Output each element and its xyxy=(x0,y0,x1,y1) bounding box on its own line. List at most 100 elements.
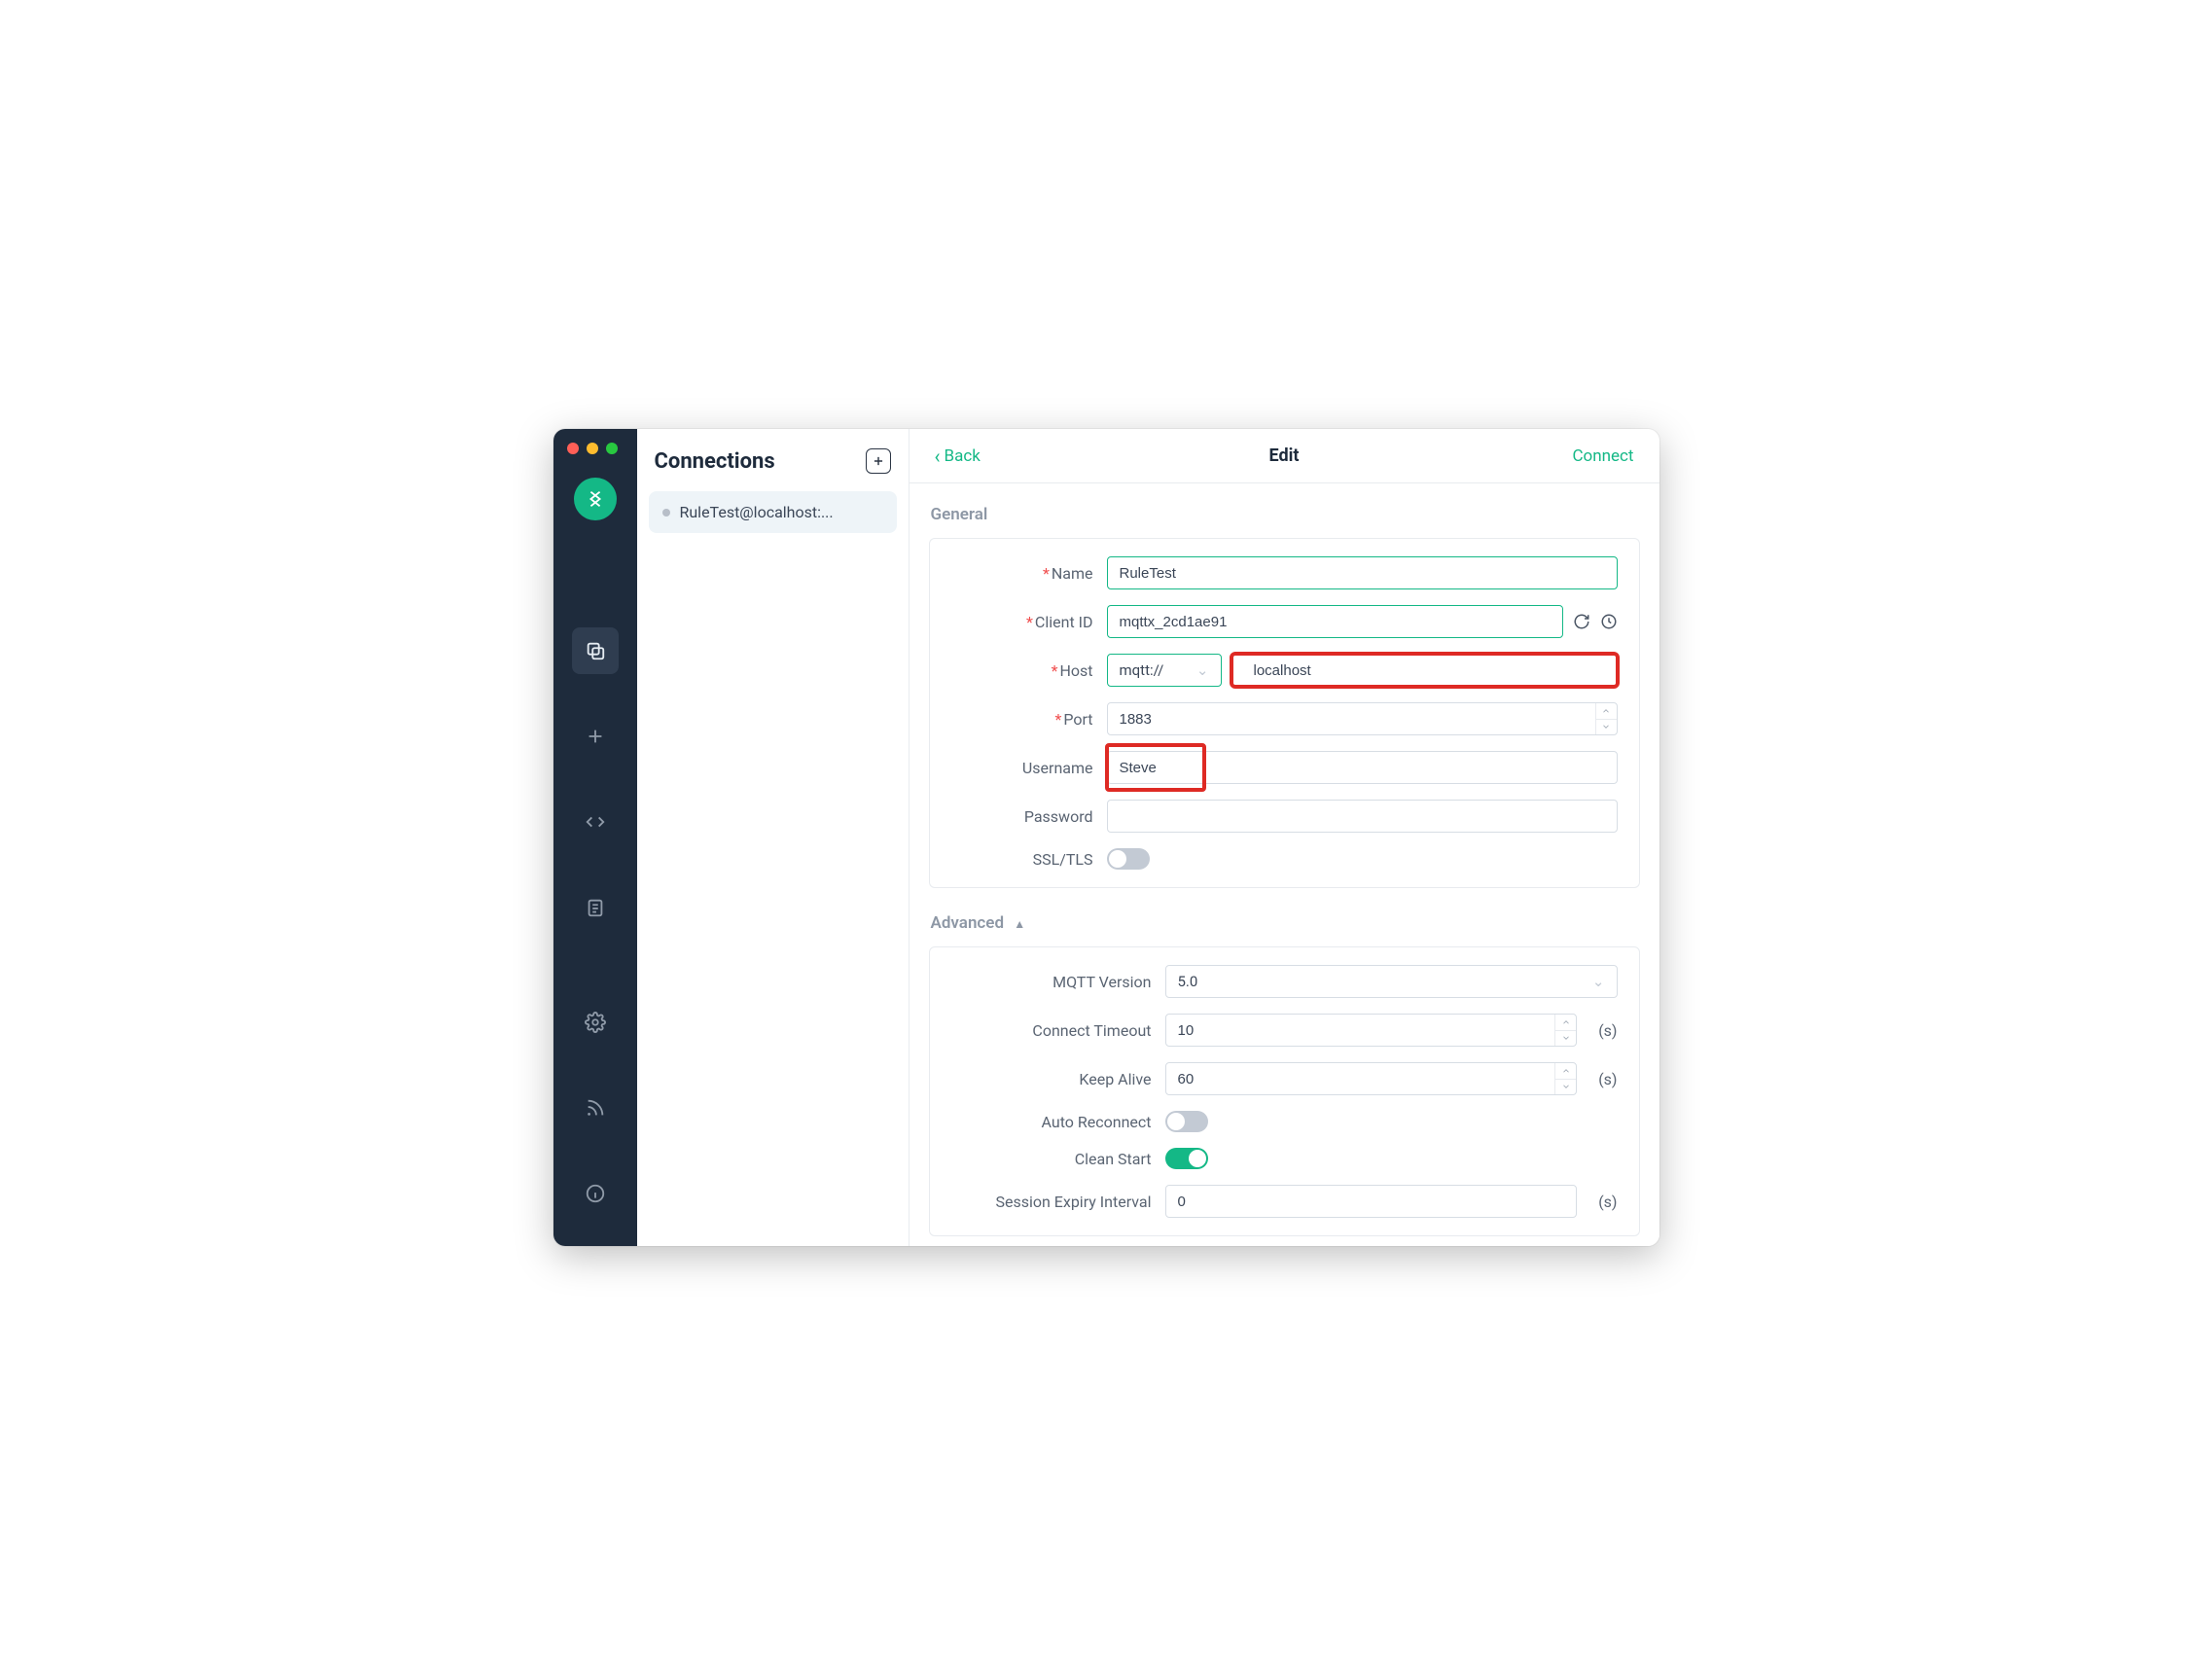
main-area: ‹ Back Edit Connect General *Name *Clien… xyxy=(910,429,1659,1246)
minimize-window-button[interactable] xyxy=(587,443,598,454)
session-expiry-label: Session Expiry Interval xyxy=(995,1193,1151,1211)
plus-icon xyxy=(585,726,606,747)
row-name: *Name xyxy=(951,556,1618,589)
nav-settings[interactable] xyxy=(572,999,619,1046)
close-window-button[interactable] xyxy=(567,443,579,454)
form-body: General *Name *Client ID xyxy=(910,483,1659,1246)
ssl-label: SSL/TLS xyxy=(1033,850,1093,869)
copy-icon xyxy=(585,640,606,661)
info-icon xyxy=(585,1183,606,1204)
clean-start-label: Clean Start xyxy=(1075,1150,1152,1168)
host-input[interactable] xyxy=(1231,654,1618,687)
client-id-label: Client ID xyxy=(1035,613,1093,631)
main-header: ‹ Back Edit Connect xyxy=(910,429,1659,483)
keep-alive-stepper[interactable] xyxy=(1554,1063,1576,1094)
nav-log[interactable] xyxy=(572,884,619,931)
connect-timeout-input[interactable] xyxy=(1165,1014,1578,1047)
host-scheme-select[interactable]: mqtt:// ⌄ xyxy=(1107,654,1222,687)
clean-start-toggle[interactable] xyxy=(1165,1148,1208,1169)
maximize-window-button[interactable] xyxy=(606,443,618,454)
name-label: Name xyxy=(1052,564,1093,583)
session-expiry-input[interactable] xyxy=(1165,1185,1578,1218)
gear-icon xyxy=(585,1012,606,1033)
ssl-toggle[interactable] xyxy=(1107,848,1150,870)
back-label: Back xyxy=(945,446,981,466)
nav-rail xyxy=(553,429,637,1246)
section-advanced-label: Advanced xyxy=(931,913,1005,933)
mqtt-version-label: MQTT Version xyxy=(1052,973,1151,991)
connection-label: RuleTest@localhost:... xyxy=(680,503,834,521)
keep-alive-unit: (s) xyxy=(1598,1070,1617,1088)
nav-feed[interactable] xyxy=(572,1085,619,1131)
refresh-client-id-button[interactable] xyxy=(1573,613,1590,630)
port-stepper[interactable] xyxy=(1595,703,1617,734)
row-session-expiry: Session Expiry Interval (s) xyxy=(951,1185,1618,1218)
client-id-input[interactable] xyxy=(1107,605,1563,638)
client-id-history-button[interactable] xyxy=(1600,613,1618,630)
host-label: Host xyxy=(1059,661,1092,680)
stepper-up-icon[interactable] xyxy=(1555,1063,1576,1080)
row-keep-alive: Keep Alive (s) xyxy=(951,1062,1618,1095)
document-icon xyxy=(585,897,606,918)
row-username: Username xyxy=(951,751,1618,784)
auto-reconnect-toggle[interactable] xyxy=(1165,1111,1208,1132)
nav-script[interactable] xyxy=(572,799,619,845)
stepper-down-icon[interactable] xyxy=(1555,1031,1576,1047)
password-input[interactable] xyxy=(1107,800,1618,833)
connection-item[interactable]: RuleTest@localhost:... xyxy=(649,491,897,533)
general-panel: *Name *Client ID xyxy=(929,538,1640,888)
clock-icon xyxy=(1600,613,1618,630)
sidebar-title: Connections xyxy=(655,449,775,474)
section-advanced-toggle[interactable]: Advanced ▲ xyxy=(931,913,1638,933)
mqtt-version-value: 5.0 xyxy=(1178,973,1198,990)
chevron-down-icon: ⌄ xyxy=(1196,661,1209,679)
row-port: *Port xyxy=(951,702,1618,735)
port-input[interactable] xyxy=(1107,702,1618,735)
username-label: Username xyxy=(1022,759,1093,777)
back-button[interactable]: ‹ Back xyxy=(935,446,981,466)
connect-timeout-stepper[interactable] xyxy=(1554,1015,1576,1046)
keep-alive-input[interactable] xyxy=(1165,1062,1578,1095)
row-mqtt-version: MQTT Version 5.0 ⌄ xyxy=(951,965,1618,998)
chevron-down-icon: ⌄ xyxy=(1592,973,1605,990)
stepper-down-icon[interactable] xyxy=(1555,1080,1576,1095)
app-window: Connections RuleTest@localhost:... ‹ Bac… xyxy=(553,429,1659,1246)
advanced-panel: MQTT Version 5.0 ⌄ Connect Timeout xyxy=(929,946,1640,1236)
status-dot-icon xyxy=(662,509,670,517)
rss-icon xyxy=(585,1097,606,1119)
keep-alive-label: Keep Alive xyxy=(1079,1070,1151,1088)
caret-up-icon: ▲ xyxy=(1014,917,1025,931)
stepper-up-icon[interactable] xyxy=(1596,703,1617,720)
nav-new[interactable] xyxy=(572,713,619,760)
window-controls xyxy=(567,443,618,454)
password-label: Password xyxy=(1024,807,1093,826)
stepper-down-icon[interactable] xyxy=(1596,720,1617,735)
nav-group-top xyxy=(572,627,619,931)
code-icon xyxy=(585,811,606,833)
stepper-up-icon[interactable] xyxy=(1555,1015,1576,1031)
row-connect-timeout: Connect Timeout (s) xyxy=(951,1014,1618,1047)
sidebar-header: Connections xyxy=(637,429,909,487)
chevron-left-icon: ‹ xyxy=(935,446,941,466)
row-ssl: SSL/TLS xyxy=(951,848,1618,870)
connect-timeout-unit: (s) xyxy=(1598,1021,1617,1040)
auto-reconnect-label: Auto Reconnect xyxy=(1042,1113,1152,1131)
port-label: Port xyxy=(1063,710,1092,729)
session-expiry-unit: (s) xyxy=(1598,1193,1617,1211)
add-connection-button[interactable] xyxy=(866,448,891,474)
name-input[interactable] xyxy=(1107,556,1618,589)
connect-button[interactable]: Connect xyxy=(1572,446,1633,466)
nav-connections[interactable] xyxy=(572,627,619,674)
row-client-id: *Client ID xyxy=(951,605,1618,638)
refresh-icon xyxy=(1573,613,1590,630)
row-clean-start: Clean Start xyxy=(951,1148,1618,1169)
mqtt-version-select[interactable]: 5.0 ⌄ xyxy=(1165,965,1618,998)
connections-sidebar: Connections RuleTest@localhost:... xyxy=(637,429,910,1246)
nav-about[interactable] xyxy=(572,1170,619,1217)
username-input[interactable] xyxy=(1107,751,1618,784)
connect-timeout-label: Connect Timeout xyxy=(1032,1021,1151,1040)
nav-group-bottom xyxy=(572,999,619,1217)
app-logo xyxy=(574,478,617,520)
plus-icon xyxy=(872,454,885,468)
row-password: Password xyxy=(951,800,1618,833)
